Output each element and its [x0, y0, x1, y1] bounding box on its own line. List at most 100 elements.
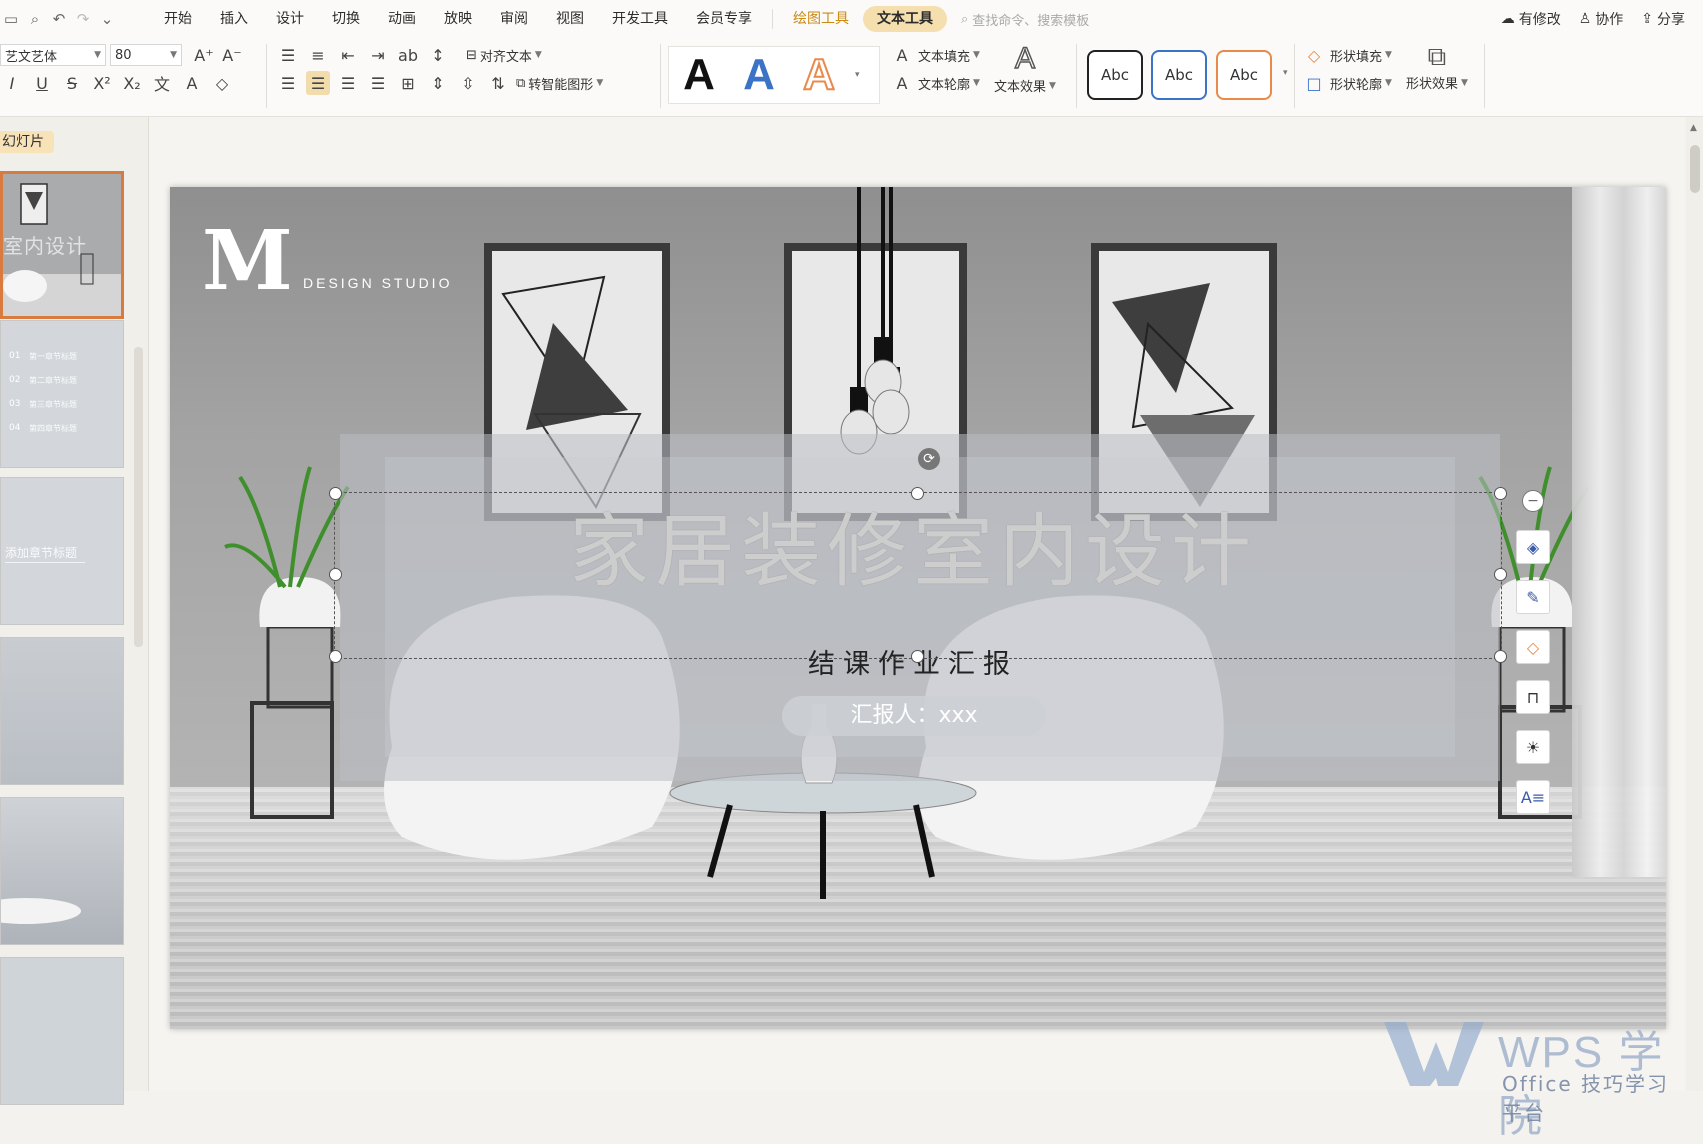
- distribute-icon[interactable]: ⊞: [396, 71, 420, 95]
- resize-handle-left[interactable]: [329, 568, 342, 581]
- modified-button[interactable]: ☁ 有修改: [1501, 9, 1561, 29]
- more-icon[interactable]: ⌄: [96, 9, 118, 29]
- collab-button[interactable]: ♙ 协作: [1579, 9, 1624, 29]
- align-right-icon[interactable]: ☰: [336, 71, 360, 95]
- shape-fill-button[interactable]: ◇ 形状填充 ▼: [1302, 43, 1392, 67]
- print-preview-icon[interactable]: ⌕: [24, 9, 46, 29]
- resize-handle-top[interactable]: [911, 487, 924, 500]
- smart-shape-button[interactable]: ⧉ 转智能图形 ▼: [516, 74, 603, 93]
- decrease-indent-icon[interactable]: ⇤: [336, 43, 360, 67]
- idea-icon[interactable]: ☀: [1516, 730, 1550, 764]
- undo-icon[interactable]: ↶: [48, 9, 70, 29]
- italic-icon[interactable]: I: [0, 71, 24, 95]
- rotate-handle-icon[interactable]: ⟳: [918, 448, 940, 470]
- text-outline-button[interactable]: A 文本轮廓 ▼: [890, 71, 980, 95]
- resize-handle-top-left[interactable]: [329, 487, 342, 500]
- resize-handle-bottom[interactable]: [911, 650, 924, 663]
- shape-fill-label: 形状填充 ▼: [1330, 49, 1392, 65]
- numbered-list-icon[interactable]: ≡: [306, 43, 330, 67]
- art-style-blue[interactable]: A: [729, 50, 789, 100]
- gallery-expand-icon[interactable]: ▾: [855, 70, 860, 80]
- sort-icon[interactable]: ↕: [426, 43, 450, 67]
- eraser-icon[interactable]: ◇: [210, 71, 234, 95]
- strikethrough-icon[interactable]: S: [60, 71, 84, 95]
- tab-review[interactable]: 审阅: [486, 6, 542, 32]
- shape-outline-button[interactable]: □ 形状轮廓 ▼: [1302, 71, 1392, 95]
- tab-developer[interactable]: 开发工具: [598, 6, 682, 32]
- resize-handle-bottom-right[interactable]: [1494, 650, 1507, 663]
- tab-view[interactable]: 视图: [542, 6, 598, 32]
- resize-handle-top-right[interactable]: [1494, 487, 1507, 500]
- slide-thumbnail-6[interactable]: [0, 957, 124, 1105]
- slide-thumbnail-3[interactable]: 添加章节标题: [0, 477, 124, 625]
- font-size-value: 80: [115, 47, 132, 63]
- quick-access-toolbar: ▭ ⌕ ↶ ↷ ⌄: [0, 9, 118, 29]
- thumbnail-scrollbar[interactable]: [134, 347, 143, 647]
- text-direction-icon[interactable]: ab: [396, 43, 420, 67]
- paragraph-spacing-icon[interactable]: ⇳: [456, 71, 480, 95]
- line-spacing-icon[interactable]: ⇕: [426, 71, 450, 95]
- stage-scrollbar[interactable]: ▲: [1686, 117, 1703, 1091]
- text-style-icon[interactable]: A≡: [1516, 780, 1550, 814]
- resize-handle-right[interactable]: [1494, 568, 1507, 581]
- redo-icon[interactable]: ↷: [72, 9, 94, 29]
- slide-thumbnail-5[interactable]: [0, 797, 124, 945]
- tab-text-tools[interactable]: 文本工具: [863, 6, 947, 32]
- shape-style-orange[interactable]: Abc: [1216, 50, 1272, 100]
- slide-thumbnail-4[interactable]: [0, 637, 124, 785]
- save-icon[interactable]: ▭: [0, 9, 22, 29]
- slide-thumbnail-1[interactable]: 室内设计: [0, 171, 124, 319]
- command-search[interactable]: ⌕ 查找命令、搜索模板: [961, 10, 1089, 29]
- stage-scrollbar-thumb[interactable]: [1690, 145, 1700, 193]
- tab-insert[interactable]: 插入: [206, 6, 262, 32]
- font-name-select[interactable]: 艺文艺体 ▼: [0, 44, 106, 66]
- underline-icon[interactable]: U: [30, 71, 54, 95]
- column-spacing-icon[interactable]: ⇅: [486, 71, 510, 95]
- fill-icon[interactable]: ◇: [1516, 630, 1550, 664]
- ribbon-divider: [1294, 44, 1295, 108]
- subscript-icon[interactable]: X₂: [120, 71, 144, 95]
- shape-style-blue[interactable]: Abc: [1151, 50, 1207, 100]
- shrink-font-icon[interactable]: A⁻: [220, 43, 244, 67]
- text-fill-button[interactable]: A 文本填充 ▼: [890, 43, 980, 67]
- text-effect-button[interactable]: A 文本效果 ▼: [994, 41, 1056, 95]
- justify-icon[interactable]: ☰: [366, 71, 390, 95]
- shape-gallery-expand-icon[interactable]: ▾: [1283, 68, 1288, 78]
- scroll-up-icon[interactable]: ▲: [1690, 123, 1697, 133]
- tab-draw-tools[interactable]: 绘图工具: [779, 6, 863, 32]
- tab-transition[interactable]: 切换: [318, 6, 374, 32]
- search-input[interactable]: 查找命令、搜索模板: [972, 10, 1089, 29]
- align-center-icon[interactable]: ☰: [306, 71, 330, 95]
- share-button[interactable]: ⇪ 分享: [1641, 9, 1685, 29]
- shape-style-black[interactable]: Abc: [1087, 50, 1143, 100]
- layers-icon[interactable]: ◈: [1516, 530, 1550, 564]
- tab-design[interactable]: 设计: [262, 6, 318, 32]
- shape-effect-button[interactable]: ⧉ 形状效果 ▼: [1406, 42, 1468, 92]
- brush-icon[interactable]: ✎: [1516, 580, 1550, 614]
- tab-home[interactable]: 开始: [150, 6, 206, 32]
- font-size-select[interactable]: 80 ▼: [110, 44, 182, 66]
- art-style-black[interactable]: A: [669, 50, 729, 100]
- text-fill-label: 文本填充 ▼: [918, 49, 980, 65]
- art-style-orange-outline[interactable]: A: [789, 49, 849, 100]
- align-left-icon[interactable]: ☰: [276, 71, 300, 95]
- resize-handle-bottom-left[interactable]: [329, 650, 342, 663]
- tab-member[interactable]: 会员专享: [682, 6, 766, 32]
- tab-animation[interactable]: 动画: [374, 6, 430, 32]
- increase-indent-icon[interactable]: ⇥: [366, 43, 390, 67]
- superscript-icon[interactable]: X²: [90, 71, 114, 95]
- textbox-selection-frame[interactable]: [334, 492, 1502, 659]
- grow-font-icon[interactable]: A⁺: [192, 43, 216, 67]
- slide-thumbnail-2[interactable]: 01 第一章节标题 02 第二章节标题 03 第三章节标题 04 第四章节标题: [0, 320, 124, 468]
- slide-canvas[interactable]: M DESIGN STUDIO 家居装修室内设计 结课作业汇报 汇报人：xxx …: [170, 187, 1666, 1029]
- tab-slideshow[interactable]: 放映: [430, 6, 486, 32]
- phonetic-icon[interactable]: 文: [150, 71, 174, 95]
- slide-reporter-pill[interactable]: 汇报人：xxx: [782, 696, 1046, 736]
- align-text-label: 对齐文本: [479, 49, 532, 65]
- collapse-toolbar-icon[interactable]: −: [1522, 490, 1544, 512]
- border-icon[interactable]: ⊓: [1516, 680, 1550, 714]
- align-text-button[interactable]: ⊟ 对齐文本 ▼: [466, 46, 542, 65]
- bullet-list-icon[interactable]: ☰: [276, 43, 300, 67]
- ribbon-tabs: 开始 插入 设计 切换 动画 放映 审阅 视图 开发工具 会员专享 绘图工具 文…: [150, 0, 1089, 38]
- font-color-icon[interactable]: A: [180, 71, 204, 95]
